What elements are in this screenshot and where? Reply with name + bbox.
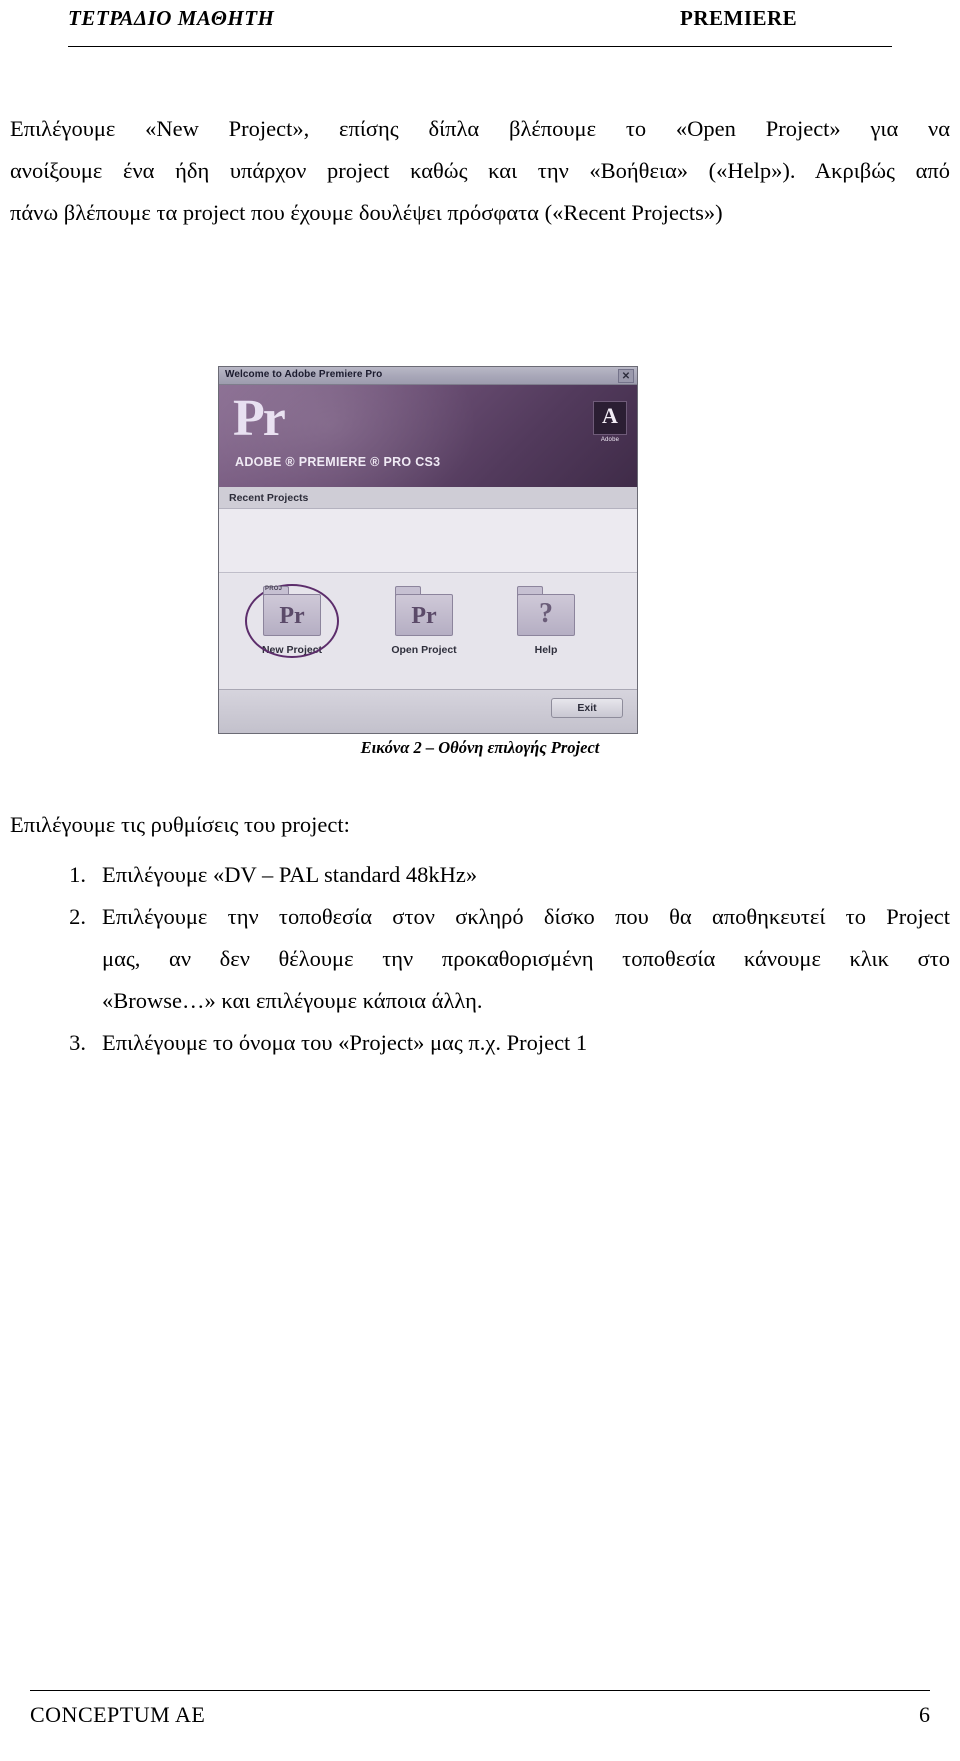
window-title-text: Welcome to Adobe Premiere Pro: [225, 369, 383, 380]
footer-divider: [30, 1690, 930, 1691]
intro-line-1: Επιλέγουμε «New Project», επίσης δίπλα β…: [10, 116, 950, 141]
header-left-title: ΤΕΤΡΑΔΙΟ ΜΑΘΗΤΗ: [68, 6, 275, 30]
list-item-line-2: μας, αν δεν θέλουμε την προκαθορισμένη τ…: [102, 946, 950, 971]
window-titlebar: Welcome to Adobe Premiere Pro ✕: [219, 367, 637, 385]
intro-line-3: πάνω βλέπουμε τα project που έχουμε δουλ…: [10, 200, 723, 225]
list-item-number: 2.: [69, 904, 86, 929]
figure-caption: Εικόνα 2 – Οθόνη επιλογής Project: [360, 738, 600, 757]
product-banner: Pr ADOBE ® PREMIERE ® PRO CS3 A Adobe: [219, 385, 637, 487]
open-project-label: Open Project: [391, 644, 457, 656]
adobe-logo-glyph: A: [602, 403, 618, 428]
product-name-text: ADOBE ® PREMIERE ® PRO CS3: [235, 455, 441, 469]
close-icon[interactable]: ✕: [618, 369, 634, 383]
help-label: Help: [534, 644, 558, 656]
list-item: 2. Επιλέγουμε την τοποθεσία στον σκληρό …: [10, 896, 950, 1022]
list-item-number: 1.: [69, 862, 86, 887]
open-project-button[interactable]: Pr Open Project: [369, 582, 479, 656]
recent-projects-header: Recent Projects: [219, 487, 637, 509]
folder-tab-label: PROJ: [265, 586, 283, 592]
window-footer: Exit: [219, 689, 637, 733]
adobe-wordmark: Adobe: [600, 437, 620, 443]
page-footer: CONCEPTUM AE 6: [0, 1690, 960, 1750]
help-button[interactable]: ? Help: [491, 582, 601, 656]
header-divider: [68, 46, 892, 47]
list-item-text: Επιλέγουμε την τοποθεσία στον σκληρό δίσ…: [102, 896, 950, 1022]
page-number: 6: [919, 1702, 930, 1727]
open-project-icon: Pr: [393, 582, 455, 640]
adobe-logo-icon: A: [593, 401, 627, 435]
recent-projects-label: Recent Projects: [229, 492, 309, 504]
list-item-line-3: «Browse…» και επιλέγουμε κάποια άλλη.: [102, 988, 483, 1013]
list-item-text: Επιλέγουμε «DV – PAL standard 48kHz»: [102, 862, 478, 887]
list-item-text: Επιλέγουμε το όνομα του «Project» μας π.…: [102, 1030, 588, 1055]
new-project-icon: PROJ Pr: [261, 582, 323, 640]
settings-lead-text: Επιλέγουμε τις ρυθμίσεις του project:: [10, 812, 350, 837]
exit-button[interactable]: Exit: [551, 698, 623, 718]
new-project-glyph: Pr: [279, 603, 305, 629]
list-item: 1. Επιλέγουμε «DV – PAL standard 48kHz»: [10, 854, 950, 896]
premiere-welcome-window: Welcome to Adobe Premiere Pro ✕ Pr ADOBE…: [218, 366, 638, 734]
actions-area: PROJ Pr New Project Pr Open Project ? He…: [219, 574, 637, 689]
help-icon: ?: [515, 582, 577, 640]
new-project-button[interactable]: PROJ Pr New Project: [237, 582, 347, 658]
list-item: 3. Επιλέγουμε το όνομα του «Project» μας…: [10, 1022, 950, 1064]
list-item-line-1: Επιλέγουμε την τοποθεσία στον σκληρό δίσ…: [102, 904, 950, 929]
intro-paragraph: Επιλέγουμε «New Project», επίσης δίπλα β…: [10, 108, 950, 234]
settings-list: 1. Επιλέγουμε «DV – PAL standard 48kHz» …: [10, 854, 950, 1064]
footer-company: CONCEPTUM AE: [30, 1702, 206, 1727]
premiere-logo: Pr: [233, 390, 286, 447]
help-glyph: ?: [539, 598, 553, 629]
intro-line-2: ανοίξουμε ένα ήδη υπάρχον project καθώς …: [10, 158, 950, 183]
open-project-glyph: Pr: [411, 603, 437, 629]
recent-projects-list[interactable]: [219, 509, 637, 573]
list-item-number: 3.: [69, 1030, 86, 1055]
header-right-title: PREMIERE: [680, 6, 798, 30]
page-header: ΤΕΤΡΑΔΙΟ ΜΑΘΗΤΗ PREMIERE: [0, 0, 960, 52]
